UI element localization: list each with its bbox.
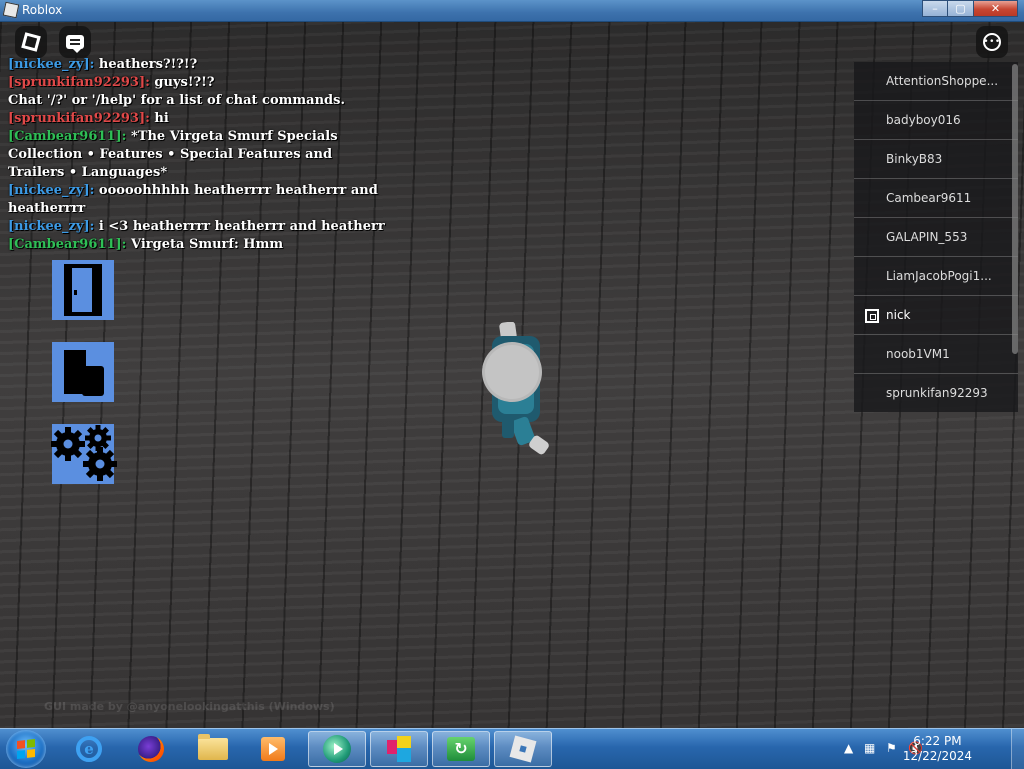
player-name: AttentionShoppe... <box>886 74 999 88</box>
chat-username[interactable]: [nickee_zy]: <box>8 183 94 198</box>
clock-time: 6:22 PM <box>913 734 962 748</box>
maximize-button[interactable]: ▢ <box>948 0 974 17</box>
control-panel-icon <box>385 736 413 762</box>
roblox-logo-icon <box>21 32 41 52</box>
folder-icon <box>198 734 228 760</box>
more-options-icon: ••• <box>983 33 1001 51</box>
chat-message: Chat '/?' or '/help' for a list of chat … <box>8 92 388 110</box>
sync-icon: ↻ <box>447 737 475 761</box>
taskbar: e ↻ ▲ ▦ ⚑ 🔇 6:22 PM 12/22/2024 <box>0 728 1024 769</box>
windows-media-player-icon <box>323 735 351 763</box>
window-controls: – ▢ ✕ <box>922 0 1018 18</box>
system-tray: ▲ ▦ ⚑ 🔇 6:22 PM 12/22/2024 <box>840 729 1024 769</box>
game-viewport[interactable]: ••• [nickee_zy]: heathers?!?!? [sprunkifa… <box>0 22 1024 728</box>
player-list-item[interactable]: noob1VM1 <box>854 335 1018 374</box>
player-name: GALAPIN_553 <box>886 230 968 244</box>
chat-icon <box>66 35 84 53</box>
taskbar-explorer[interactable] <box>184 731 242 767</box>
player-name: sprunkifan92293 <box>886 386 988 400</box>
show-hidden-icons-icon[interactable]: ▲ <box>844 741 853 755</box>
chat-text: guys!?!? <box>149 75 215 90</box>
windows-logo-icon <box>17 739 35 759</box>
roblox-icon <box>509 735 537 763</box>
chat-username[interactable]: [Cambear9611]: <box>8 129 126 144</box>
player-list-item[interactable]: badyboy016 <box>854 101 1018 140</box>
chat-toggle-button[interactable] <box>59 26 91 58</box>
chat-text: Virgeta Smurf: Hmm <box>126 237 284 252</box>
player-name: Cambear9611 <box>886 191 972 205</box>
network-icon[interactable]: ▦ <box>864 741 875 755</box>
player-name: nick <box>886 308 911 322</box>
avatar-button[interactable] <box>52 342 114 402</box>
shirt-icon <box>62 350 104 396</box>
roblox-app-icon <box>2 1 20 19</box>
chat-message: [sprunkifan92293]: hi <box>8 110 388 128</box>
window-title: Roblox <box>22 3 63 17</box>
chat-username[interactable]: [sprunkifan92293]: <box>8 75 150 90</box>
internet-explorer-icon: e <box>76 736 102 762</box>
close-button[interactable]: ✕ <box>974 0 1018 17</box>
chat-message: [nickee_zy]: ooooohhhhh heatherrrr heath… <box>8 182 388 218</box>
chat-username[interactable]: [nickee_zy]: <box>8 219 94 234</box>
player-list-item[interactable]: nick <box>854 296 1018 335</box>
chat-text: i <3 heatherrrr heatherrr and heatherr <box>94 219 385 234</box>
chat-text: hi <box>149 111 169 126</box>
chat-message: [Cambear9611]: *The Virgeta Smurf Specia… <box>8 128 388 182</box>
taskbar-roblox[interactable] <box>494 731 552 767</box>
gears-icon <box>51 425 117 481</box>
player-name: BinkyB83 <box>886 152 943 166</box>
exit-button[interactable] <box>52 260 114 320</box>
player-character <box>482 322 549 455</box>
chat-username[interactable]: [Cambear9611]: <box>8 237 126 252</box>
player-list-scrollbar[interactable] <box>1012 64 1018 354</box>
chat-message: [Cambear9611]: Virgeta Smurf: Hmm <box>8 236 388 254</box>
window-title-bar: Roblox – ▢ ✕ <box>0 0 1024 22</box>
player-name: badyboy016 <box>886 113 961 127</box>
start-button[interactable] <box>6 730 46 768</box>
chat-text: Chat '/?' or '/help' for a list of chat … <box>8 93 345 108</box>
settings-button[interactable] <box>51 424 117 484</box>
player-list-item[interactable]: LiamJacobPogi1... <box>854 257 1018 296</box>
chat-username[interactable]: [sprunkifan92293]: <box>8 111 150 126</box>
player-list-item[interactable]: sprunkifan92293 <box>854 374 1018 412</box>
taskbar-firefox[interactable] <box>122 731 180 767</box>
firefox-icon <box>138 736 164 762</box>
chat-text: heathers?!?!? <box>94 57 198 72</box>
chat-username[interactable]: [nickee_zy]: <box>8 57 94 72</box>
media-player-icon <box>261 737 285 761</box>
player-list-item[interactable]: BinkyB83 <box>854 140 1018 179</box>
taskbar-sync-center[interactable]: ↻ <box>432 731 490 767</box>
roblox-menu-button[interactable] <box>15 26 47 58</box>
action-center-flag-icon[interactable]: ⚑ <box>886 741 897 755</box>
player-name: noob1VM1 <box>886 347 950 361</box>
chat-log: [nickee_zy]: heathers?!?!? [sprunkifan922… <box>8 56 388 254</box>
player-list-item[interactable]: AttentionShoppe... <box>854 62 1018 101</box>
taskbar-media-player[interactable] <box>308 731 366 767</box>
chat-message: [nickee_zy]: heathers?!?!? <box>8 56 388 74</box>
player-list-item[interactable]: GALAPIN_553 <box>854 218 1018 257</box>
taskbar-control-panel[interactable] <box>370 731 428 767</box>
show-desktop-button[interactable] <box>1011 729 1024 769</box>
door-icon <box>60 264 104 316</box>
player-name: LiamJacobPogi1... <box>886 269 992 283</box>
clock-date: 12/22/2024 <box>902 749 972 763</box>
gui-watermark: GUI made by @anyonelookingatthis (Window… <box>44 700 335 713</box>
clock[interactable]: 6:22 PM 12/22/2024 <box>903 734 972 764</box>
player-list: AttentionShoppe... badyboy016 BinkyB83 Camb… <box>854 62 1018 412</box>
taskbar-media-center[interactable] <box>244 731 302 767</box>
more-options-button[interactable]: ••• <box>976 26 1008 58</box>
taskbar-internet-explorer[interactable]: e <box>60 731 118 767</box>
chat-message: [sprunkifan92293]: guys!?!? <box>8 74 388 92</box>
player-list-item[interactable]: Cambear9611 <box>854 179 1018 218</box>
premium-badge-icon <box>865 309 879 323</box>
chat-message: [nickee_zy]: i <3 heatherrrr heatherrr a… <box>8 218 388 236</box>
minimize-button[interactable]: – <box>922 0 948 17</box>
